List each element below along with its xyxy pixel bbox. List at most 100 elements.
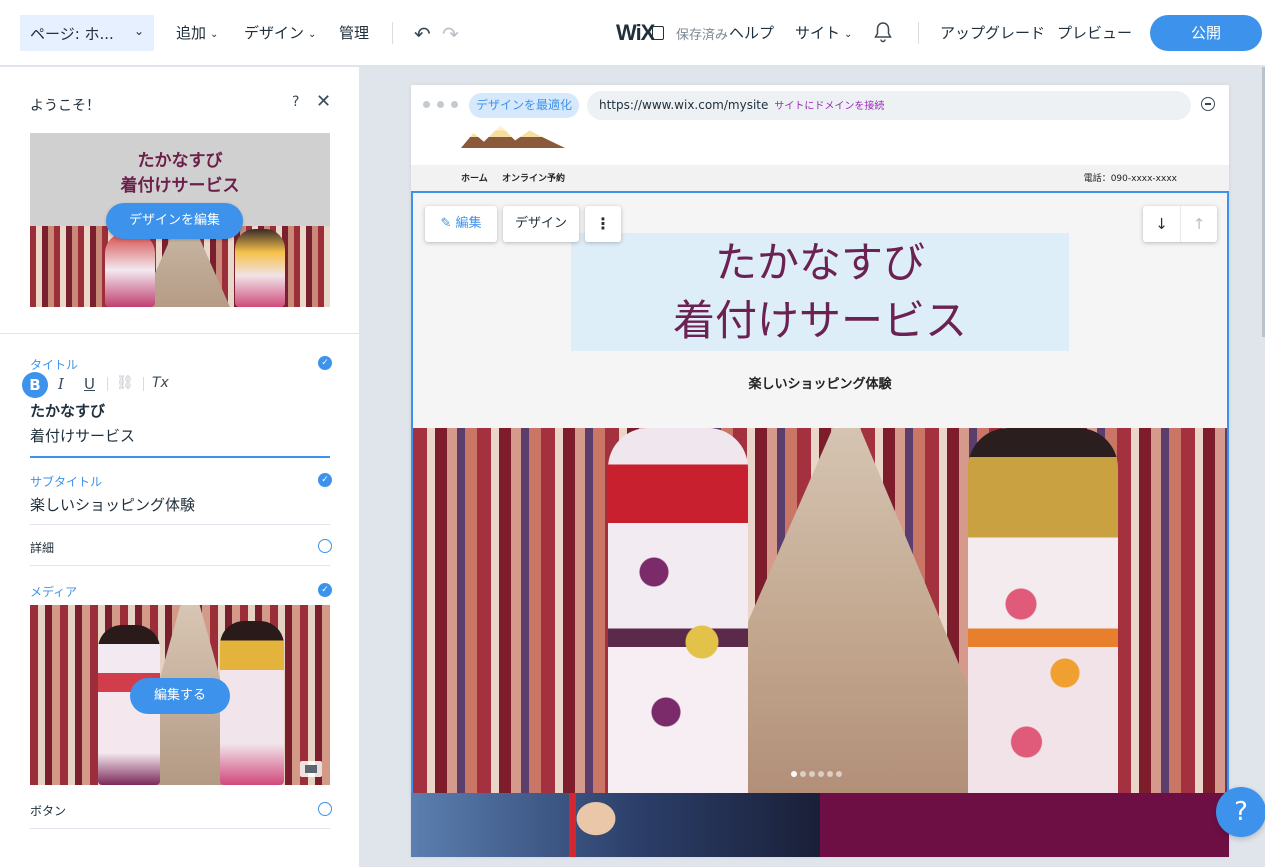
hero-title-line2: 着付けサービス [672,296,967,345]
thumbnail-title-line2: 着付けサービス [120,176,240,196]
kimono-figure-right [968,428,1118,793]
optimize-design-button[interactable]: デザインを最適化 [469,93,579,118]
menu-add[interactable]: 追加 ⌄ [176,22,218,43]
button-label: ボタン [30,804,67,818]
next-section[interactable] [411,793,1229,857]
chevron-down-icon: ⌄ [133,24,144,38]
window-dot [437,101,444,108]
chevron-down-icon: ⌄ [308,29,317,40]
media-label: メディア [30,585,78,599]
underline-button[interactable]: U [84,375,95,393]
hero-title-line1: たかなすび [714,238,925,287]
saved-status: 保存済み [676,28,729,43]
slide-dot[interactable] [791,771,797,777]
chevron-down-icon: ⌄ [844,29,853,40]
media-edit-button[interactable]: 編集する [130,678,230,714]
slide-dot[interactable] [818,771,824,777]
bold-button[interactable]: B [22,372,48,398]
clear-format-button[interactable]: Tx [152,375,169,391]
chevron-down-icon: ⌄ [210,29,219,40]
divider [107,377,108,391]
panel-title: ようこそ！ [30,98,100,114]
kimono-figure-left [608,428,748,793]
title-check-icon[interactable]: ✓ [318,356,332,370]
window-dot [423,101,430,108]
menu-design-label: デザイン [244,24,305,42]
browser-chrome: デザインを最適化 https://www.wix.com/mysite サイトにド… [411,85,1229,123]
menu-manage-label: 管理 [339,24,370,42]
close-icon[interactable]: ✕ [316,91,331,112]
page-selector[interactable]: ページ: ホ... ⌄ [20,15,154,51]
help-button[interactable]: ? [1216,787,1265,837]
site-canvas: デザインを最適化 https://www.wix.com/mysite サイトにド… [411,85,1229,857]
link-icon[interactable]: ⛓ [116,375,134,391]
undo-icon[interactable]: ↶ [414,22,431,46]
hero-image[interactable] [413,428,1227,793]
title-value-line1: たかなすび [30,402,106,420]
title-input-underline [30,456,330,458]
arrow-up-icon[interactable]: ↑ [1180,206,1217,242]
more-options-icon[interactable]: ⋮ [585,206,621,242]
menu-site[interactable]: サイト ⌄ [795,22,852,43]
slide-dot[interactable] [809,771,815,777]
section-design-button[interactable]: デザイン [503,206,579,242]
menu-manage[interactable]: 管理 [339,22,369,43]
page-selector-label: ページ: ホ... [30,25,114,43]
site-nav: ホーム オンライン予約 電話：090-xxxx-xxxx [411,165,1229,193]
left-panel: ようこそ！ ? ✕ たかなすび 着付けサービス デザインを編集 タイトル ✓ B… [0,67,360,867]
italic-button[interactable]: I [58,375,64,393]
site-logo [461,125,565,148]
upgrade-link[interactable]: アップグレード [940,22,1045,43]
media-figure [220,621,284,785]
menu-site-label: サイト [795,24,841,42]
thumbnail-title: たかなすび 着付けサービス [30,149,330,199]
divider [30,524,330,525]
section-edit-button[interactable]: ✎ 編集 [425,206,497,242]
details-toggle[interactable] [318,539,332,553]
site-nav-home[interactable]: ホーム [461,165,488,193]
title-value-line2: 着付けサービス [30,427,136,445]
zoom-out-icon[interactable] [1201,97,1215,111]
hero-subtitle[interactable]: 楽しいショッピング体験 [413,373,1227,392]
bell-icon[interactable] [873,21,893,47]
site-url: https://www.wix.com/mysite [599,98,769,112]
next-section-color-block [820,793,1229,857]
divider [918,22,919,44]
hero-title[interactable]: たかなすび 着付けサービス [571,233,1069,351]
details-label: 詳細 [30,541,55,555]
button-toggle[interactable] [318,802,332,816]
pencil-icon: ✎ [440,216,452,231]
slide-dot[interactable] [800,771,806,777]
subtitle-check-icon[interactable]: ✓ [318,473,332,487]
subtitle-input[interactable]: 楽しいショッピング体験 [30,494,195,515]
redo-icon[interactable]: ↷ [442,22,459,46]
title-input[interactable]: たかなすび 着付けサービス [30,399,135,449]
move-section-controls: ↓ ↑ [1143,206,1217,242]
divider [392,22,393,44]
help-icon[interactable]: ? [292,94,299,110]
media-check-icon[interactable]: ✓ [318,583,332,597]
slide-dot[interactable] [836,771,842,777]
menu-add-label: 追加 [176,24,207,42]
url-bar: https://www.wix.com/mysite サイトにドメインを接続 [587,91,1191,120]
publish-button[interactable]: 公開 [1150,15,1262,51]
hero-section[interactable]: たかなすび 着付けサービス 楽しいショッピング体験 ✎ 編集 デザイン ⋮ ↓ … [411,191,1229,793]
media-thumbnail[interactable]: 編集する [30,605,330,785]
divider [30,565,330,566]
menu-help[interactable]: ヘルプ [729,22,774,43]
gallery-icon[interactable] [300,761,322,777]
connect-domain-link[interactable]: サイトにドメインを接続 [774,101,884,112]
slide-indicator[interactable] [791,765,845,781]
site-nav-booking[interactable]: オンライン予約 [502,165,565,193]
wix-logo: WiX [616,20,655,45]
arrow-down-icon[interactable]: ↓ [1143,206,1180,242]
section-thumbnail: たかなすび 着付けサービス デザインを編集 [30,133,330,307]
preview-link[interactable]: プレビュー [1057,22,1132,43]
menu-design[interactable]: デザイン ⌄ [244,22,316,43]
title-label: タイトル [30,358,79,372]
thumbnail-figure [235,229,285,307]
slide-dot[interactable] [827,771,833,777]
edit-design-button[interactable]: デザインを編集 [106,203,243,239]
divider [143,377,144,391]
top-bar: ページ: ホ... ⌄ 追加 ⌄ デザイン ⌄ 管理 ↶ ↷ WiX 保存済み ヘル… [0,0,1265,66]
